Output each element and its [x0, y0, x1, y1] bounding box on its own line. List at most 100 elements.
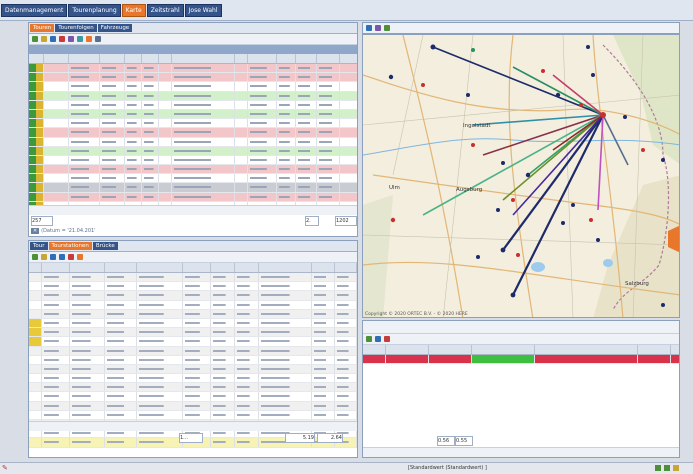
- list-item[interactable]: [29, 346, 357, 356]
- edit-icon[interactable]: [41, 36, 47, 42]
- col-d[interactable]: [312, 263, 335, 272]
- col-status[interactable]: [29, 54, 44, 63]
- table-row[interactable]: [29, 165, 357, 175]
- col-nr[interactable]: [42, 263, 70, 272]
- col-c[interactable]: [159, 54, 172, 63]
- col-g[interactable]: [317, 54, 340, 63]
- footer-dots-field[interactable]: 1...: [179, 433, 203, 443]
- list-item[interactable]: [29, 282, 357, 292]
- map-canvas[interactable]: [363, 35, 680, 318]
- list-item[interactable]: [29, 392, 357, 402]
- table-row[interactable]: [29, 155, 357, 166]
- col-name[interactable]: [69, 54, 100, 63]
- export-icon[interactable]: [77, 254, 83, 260]
- table-row[interactable]: [29, 137, 357, 147]
- col-c[interactable]: [429, 345, 472, 354]
- col-f[interactable]: [296, 54, 317, 63]
- move-down-icon[interactable]: [59, 254, 65, 260]
- detail-selected-row[interactable]: [363, 355, 679, 365]
- col-type[interactable]: [100, 54, 125, 63]
- list-item[interactable]: [29, 383, 357, 393]
- list-item[interactable]: [29, 401, 357, 411]
- col-location[interactable]: [259, 263, 313, 272]
- list-item[interactable]: [29, 300, 357, 310]
- refresh-icon[interactable]: [77, 36, 83, 42]
- col-tour[interactable]: [44, 54, 69, 63]
- col-description[interactable]: [172, 54, 235, 63]
- list-item[interactable]: [29, 355, 357, 365]
- table-row[interactable]: [29, 82, 357, 92]
- col-kind[interactable]: [70, 263, 106, 272]
- tab-fahrzeuge[interactable]: Fahrzeuge: [97, 24, 133, 32]
- tab-tourenfolgen[interactable]: Tourenfolgen: [55, 24, 97, 32]
- list-item[interactable]: [29, 291, 357, 301]
- table-row[interactable]: [29, 183, 357, 193]
- table-row[interactable]: [29, 64, 357, 74]
- table-row[interactable]: [29, 109, 357, 120]
- export-icon[interactable]: [86, 36, 92, 42]
- list-item[interactable]: [29, 364, 357, 375]
- col-flag[interactable]: [29, 263, 42, 272]
- table-row[interactable]: [29, 174, 357, 184]
- table-row[interactable]: [29, 100, 357, 110]
- detail-hscroll[interactable]: [363, 447, 679, 457]
- col-e[interactable]: [535, 345, 638, 354]
- menu-tab-user[interactable]: Jose Wahl: [184, 4, 222, 17]
- tours-hscroll[interactable]: [29, 205, 357, 215]
- col-d[interactable]: [472, 345, 535, 354]
- value-a-field[interactable]: 5.19: [285, 433, 315, 443]
- delete-icon[interactable]: [384, 336, 390, 342]
- clear-filter-icon[interactable]: ✕: [31, 228, 40, 234]
- page-field[interactable]: 2.: [305, 216, 319, 226]
- list-item[interactable]: [29, 309, 357, 319]
- edit-icon[interactable]: [41, 254, 47, 260]
- stations-hscroll[interactable]: [29, 421, 357, 431]
- list-item[interactable]: [29, 337, 357, 347]
- settings-icon[interactable]: [95, 36, 101, 42]
- move-up-icon[interactable]: [50, 254, 56, 260]
- total-field[interactable]: 1202: [335, 216, 357, 226]
- detail-value-b[interactable]: 0.55: [455, 436, 473, 446]
- filter-bar[interactable]: ✕ (Datum = '21.04.201': [31, 227, 231, 235]
- table-row[interactable]: [29, 146, 357, 156]
- value-b-field[interactable]: 2.64: [317, 433, 343, 443]
- list-item[interactable]: [29, 328, 357, 338]
- list-item[interactable]: [29, 318, 357, 329]
- filter-icon[interactable]: [375, 336, 381, 342]
- filter-icon[interactable]: [50, 36, 56, 42]
- col-a[interactable]: [363, 345, 386, 354]
- col-a[interactable]: [183, 263, 211, 272]
- col-type[interactable]: [105, 263, 138, 272]
- menu-tab-datenmanagement[interactable]: Datenmanagement: [1, 4, 68, 17]
- table-row[interactable]: [29, 192, 357, 202]
- col-e[interactable]: [335, 263, 357, 272]
- table-row[interactable]: [29, 73, 357, 83]
- tab-bruecke[interactable]: Brücke: [92, 242, 118, 250]
- col-b[interactable]: [142, 54, 159, 63]
- add-icon[interactable]: [366, 336, 372, 342]
- list-item[interactable]: [29, 374, 357, 384]
- table-row[interactable]: [29, 128, 357, 138]
- col-b[interactable]: [386, 345, 429, 354]
- col-date[interactable]: [248, 54, 277, 63]
- delete-icon[interactable]: [59, 36, 65, 42]
- table-row[interactable]: [29, 119, 357, 129]
- menu-tab-tourenplanung[interactable]: Tourenplanung: [68, 4, 121, 17]
- col-d[interactable]: [235, 54, 248, 63]
- col-e[interactable]: [277, 54, 296, 63]
- col-f[interactable]: [638, 345, 671, 354]
- menu-tab-zeitstrahl[interactable]: Zeitstrahl: [146, 4, 184, 17]
- list-item[interactable]: [29, 273, 357, 283]
- list-item[interactable]: [29, 410, 357, 420]
- map-select-icon[interactable]: [366, 25, 372, 31]
- col-time[interactable]: [137, 263, 183, 272]
- delete-icon[interactable]: [68, 254, 74, 260]
- sort-icon[interactable]: [68, 36, 74, 42]
- detail-value-a[interactable]: 0.56: [437, 436, 455, 446]
- tab-tourstationen[interactable]: Tourstationen: [48, 242, 92, 250]
- row-count-field[interactable]: 257: [31, 216, 53, 226]
- col-c[interactable]: [235, 263, 260, 272]
- col-a[interactable]: [125, 54, 142, 63]
- tab-touren[interactable]: Touren: [30, 24, 55, 32]
- col-b[interactable]: [211, 263, 236, 272]
